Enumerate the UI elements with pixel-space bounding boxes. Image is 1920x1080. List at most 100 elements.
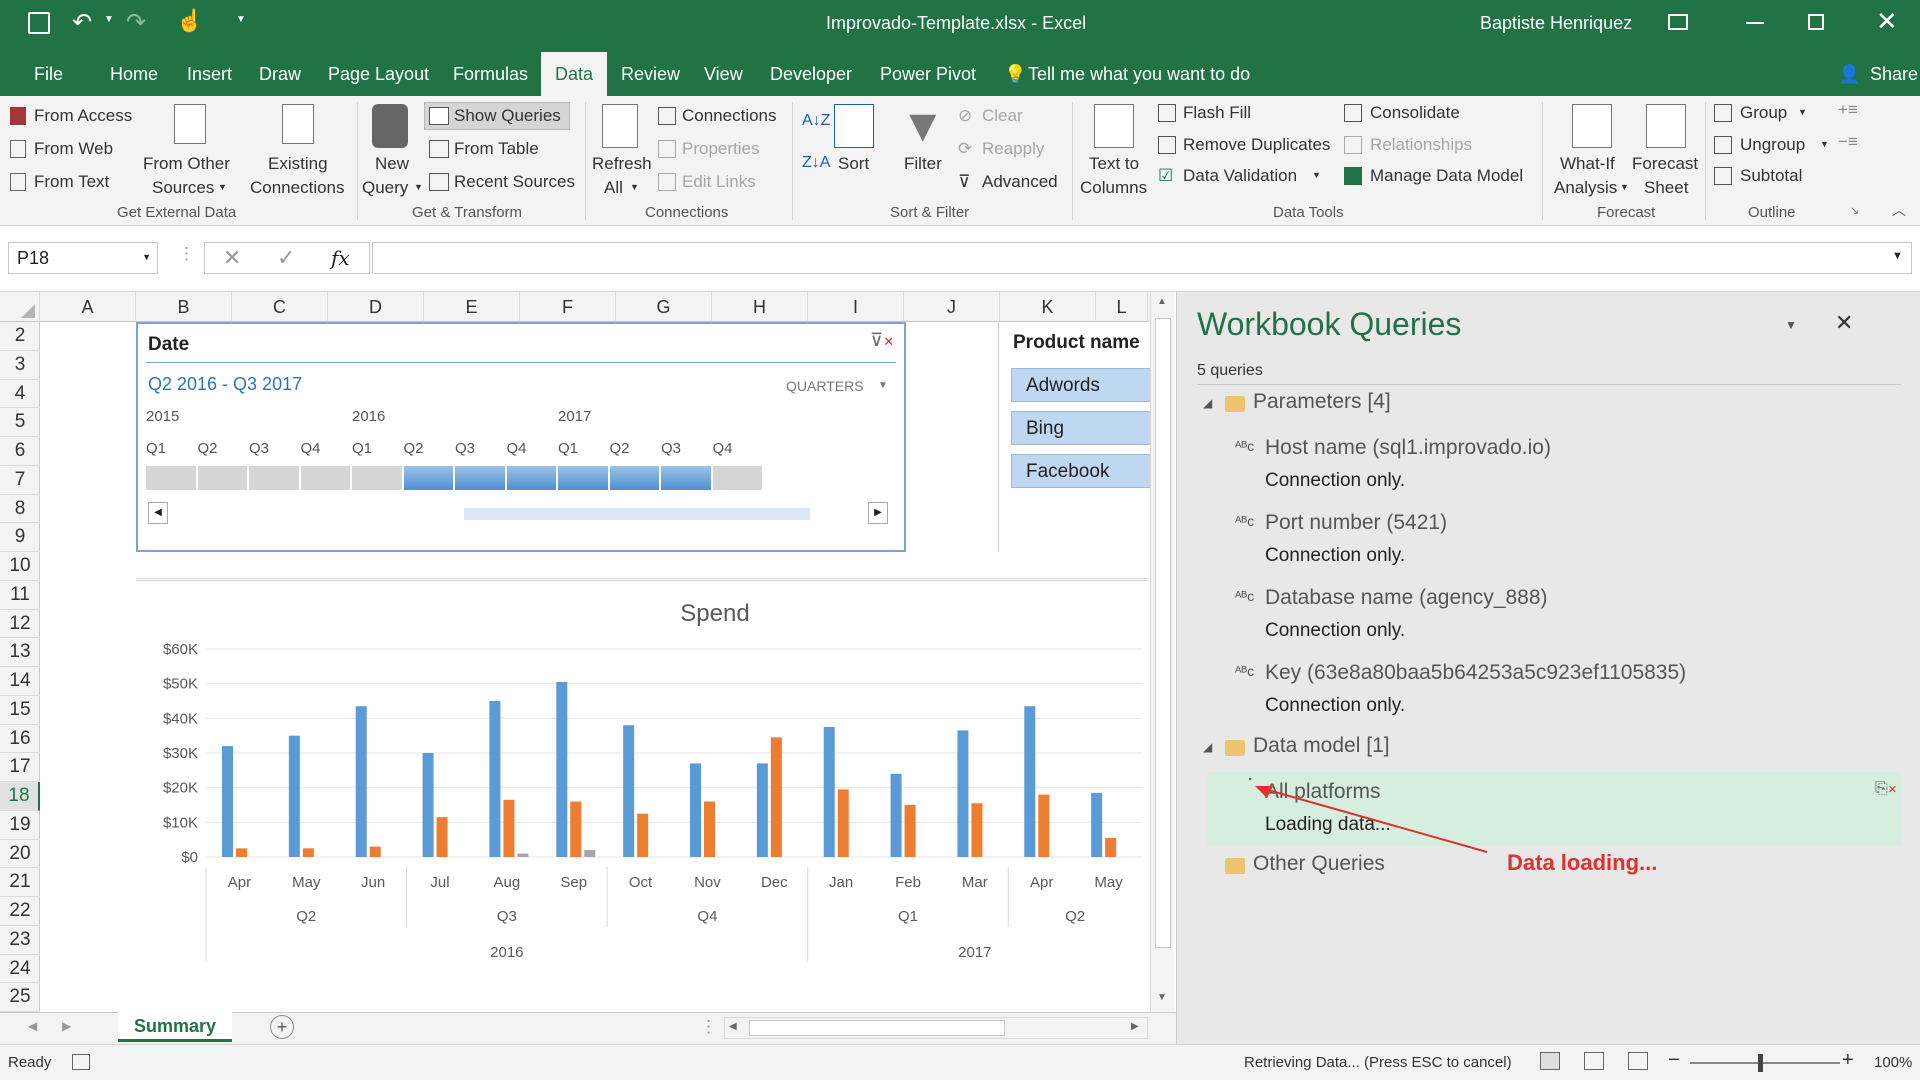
tab-split-icon[interactable]: ⋮: [700, 1017, 717, 1037]
ungroup-dropdown-icon[interactable]: ▼: [1820, 139, 1829, 149]
tab-page-layout[interactable]: Page Layout: [324, 62, 433, 87]
what-if-analysis-button[interactable]: What-If: [1560, 154, 1615, 174]
refresh-all-label-2[interactable]: All: [604, 178, 623, 198]
column-header[interactable]: J: [904, 292, 1000, 322]
row-header[interactable]: 6: [0, 437, 40, 466]
product-slicer[interactable]: Product name Adwords Bing Facebook: [998, 322, 1151, 552]
row-header[interactable]: 7: [0, 466, 40, 495]
zoom-in-icon[interactable]: +: [1842, 1049, 1854, 1072]
row-header[interactable]: 15: [0, 696, 40, 725]
data-model-group[interactable]: Data model [1]: [1253, 734, 1390, 758]
formula-input[interactable]: [372, 242, 1912, 274]
zoom-out-icon[interactable]: −: [1668, 1049, 1680, 1072]
row-header[interactable]: 12: [0, 610, 40, 639]
row-header[interactable]: 21: [0, 868, 40, 897]
show-queries-button[interactable]: Show Queries: [454, 106, 561, 126]
row-header[interactable]: 25: [0, 983, 40, 1012]
column-header[interactable]: E: [424, 292, 520, 322]
from-other-sources-button[interactable]: From Other: [143, 154, 230, 174]
timeline-period-bar[interactable]: [661, 466, 711, 490]
clear-button[interactable]: Clear: [982, 106, 1023, 126]
timeline-period-bar[interactable]: [146, 466, 196, 490]
share-icon[interactable]: 👤: [1834, 62, 1864, 87]
timeline-period-bar[interactable]: [352, 466, 402, 490]
advanced-button[interactable]: Advanced: [982, 172, 1058, 192]
cancel-refresh-icon[interactable]: ⎘✕: [1875, 780, 1897, 798]
relationships-button[interactable]: Relationships: [1370, 135, 1472, 155]
slicer-item[interactable]: Bing: [1011, 411, 1151, 445]
connections-button[interactable]: Connections: [682, 106, 777, 126]
from-table-button[interactable]: From Table: [454, 139, 539, 159]
row-header[interactable]: 10: [0, 552, 40, 581]
vertical-scrollbar[interactable]: ▲ ▼: [1150, 292, 1174, 1012]
timeline-level-dropdown-icon[interactable]: ▼: [878, 380, 888, 391]
timeline-scroll-right[interactable]: ▶: [868, 502, 888, 524]
collapse-data-model-icon[interactable]: ◢: [1203, 740, 1212, 754]
forecast-sheet-button[interactable]: Forecast: [1632, 154, 1698, 174]
timeline-period-bar[interactable]: [300, 466, 350, 490]
timeline-period-bar[interactable]: [455, 466, 505, 490]
timeline-period-bar[interactable]: [506, 466, 556, 490]
ribbon-display-icon[interactable]: [1668, 14, 1688, 30]
worksheet-grid[interactable]: Date ⊽✕ Q2 2016 - Q3 2017 QUARTERS ▼ 201…: [40, 322, 1151, 1012]
slicer-item[interactable]: Adwords: [1011, 368, 1151, 402]
sort-descending-icon[interactable]: Z↓A: [802, 154, 830, 172]
clear-filter-icon[interactable]: ⊽✕: [870, 330, 894, 351]
scroll-thumb[interactable]: [1155, 318, 1171, 948]
column-header[interactable]: B: [136, 292, 232, 322]
refresh-dropdown-icon[interactable]: ▼: [630, 182, 639, 192]
column-header[interactable]: H: [712, 292, 808, 322]
redo-icon[interactable]: ↷: [126, 8, 146, 37]
new-sheet-icon[interactable]: +: [270, 1015, 294, 1039]
properties-button[interactable]: Properties: [682, 139, 759, 159]
sheet-tab-summary[interactable]: Summary: [118, 1012, 232, 1042]
timeline-period-bar[interactable]: [197, 466, 247, 490]
touch-mode-icon[interactable]: ☝: [176, 8, 203, 34]
tab-data[interactable]: Data: [541, 52, 608, 96]
sheet-scroll-left-icon[interactable]: ◀: [28, 1019, 37, 1033]
timeline-level-selector[interactable]: QUARTERS: [786, 378, 864, 394]
qat-customize-icon[interactable]: ▼: [236, 14, 246, 25]
tab-draw[interactable]: Draw: [255, 62, 305, 87]
row-header[interactable]: 14: [0, 667, 40, 696]
normal-view-icon[interactable]: [1540, 1052, 1560, 1070]
row-header[interactable]: 22: [0, 897, 40, 926]
tab-power-pivot[interactable]: Power Pivot: [876, 62, 980, 87]
row-header[interactable]: 17: [0, 753, 40, 782]
tell-me-search[interactable]: Tell me what you want to do: [1024, 62, 1254, 87]
undo-icon[interactable]: ↶: [72, 8, 92, 37]
pane-options-icon[interactable]: ▼: [1785, 318, 1797, 332]
group-button[interactable]: Group: [1740, 103, 1787, 123]
parameters-group[interactable]: Parameters [4]: [1253, 390, 1391, 414]
manage-data-model-button[interactable]: Manage Data Model: [1370, 166, 1523, 186]
scroll-down-icon[interactable]: ▼: [1157, 992, 1167, 1003]
timeline-period-bar[interactable]: [609, 466, 659, 490]
reapply-button[interactable]: Reapply: [982, 139, 1044, 159]
sheet-scroll-right-icon[interactable]: ▶: [62, 1019, 71, 1033]
row-header[interactable]: 11: [0, 581, 40, 610]
filter-icon[interactable]: ▼: [900, 98, 946, 152]
share-button[interactable]: Share: [1866, 62, 1920, 87]
edit-links-button[interactable]: Edit Links: [682, 172, 756, 192]
show-detail-icon[interactable]: +≡: [1838, 100, 1858, 120]
sort-button[interactable]: Sort: [838, 154, 869, 174]
tab-view[interactable]: View: [700, 62, 747, 87]
filter-button[interactable]: Filter: [904, 154, 942, 174]
save-icon[interactable]: [28, 12, 50, 34]
row-header[interactable]: 23: [0, 926, 40, 955]
forecast-sheet-label-2[interactable]: Sheet: [1644, 178, 1688, 198]
consolidate-button[interactable]: Consolidate: [1370, 103, 1460, 123]
column-header[interactable]: D: [328, 292, 424, 322]
enter-icon[interactable]: ✓: [277, 245, 295, 271]
text-to-columns-button[interactable]: Text to: [1089, 154, 1139, 174]
minimize-icon[interactable]: [1746, 22, 1764, 24]
insert-function-button[interactable]: fx: [331, 246, 350, 270]
row-header[interactable]: 5: [0, 408, 40, 437]
existing-connections-button[interactable]: Existing: [268, 154, 328, 174]
expand-formula-bar-icon[interactable]: ▼: [1892, 250, 1903, 262]
row-header[interactable]: 18: [0, 782, 40, 811]
existing-connections-label-2[interactable]: Connections: [250, 178, 345, 198]
horizontal-scroll-thumb[interactable]: [749, 1020, 1005, 1036]
collapse-parameters-icon[interactable]: ◢: [1203, 396, 1212, 410]
sort-ascending-icon[interactable]: A↓Z: [802, 112, 830, 130]
